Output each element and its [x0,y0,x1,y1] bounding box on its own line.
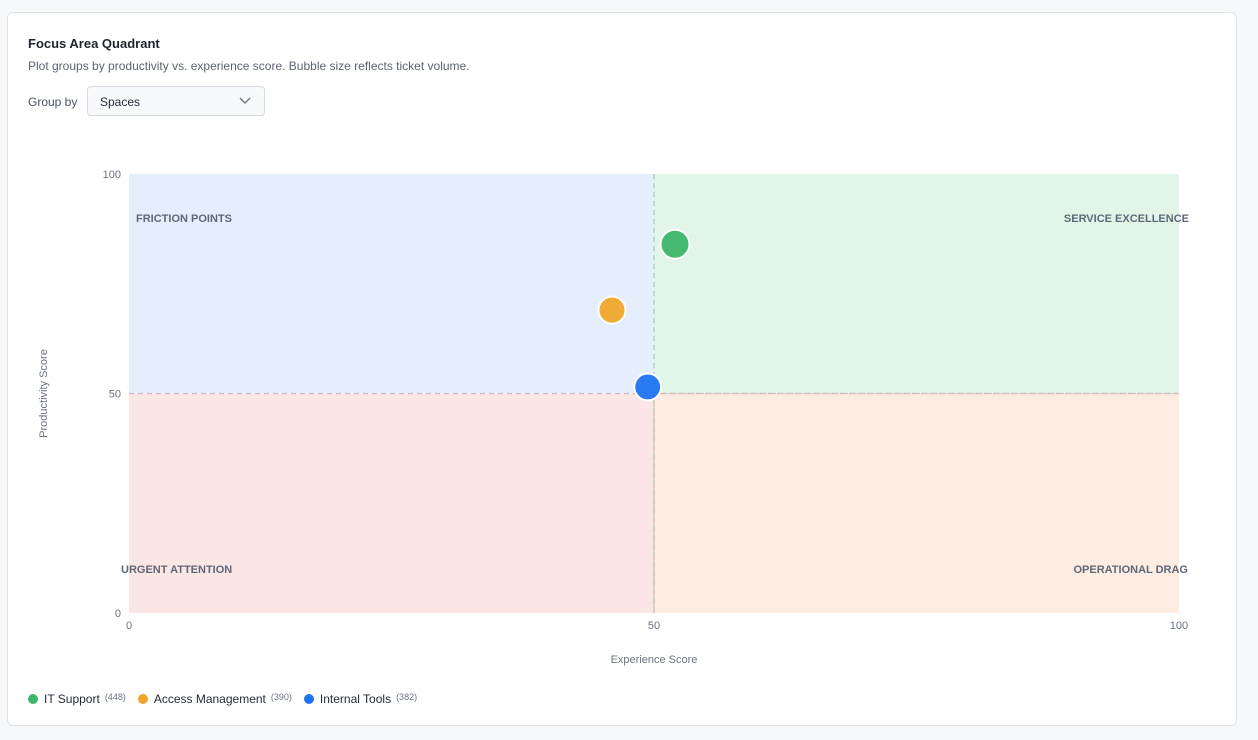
x-tick-label: 100 [1170,620,1188,632]
y-tick-label: 0 [115,608,121,620]
x-tick-label: 0 [126,620,132,632]
quadrant-label: FRICTION POINTS [136,213,232,225]
bubble-access-management [597,295,627,325]
legend-swatch-access-management [137,694,148,704]
quadrant-top-right [654,174,1179,394]
legend-item-it-support[interactable]: IT Support (448) [28,692,126,706]
legend-swatch-it-support [28,694,38,704]
quadrant-top-left [129,174,654,394]
legend-label: Internal Tools [319,692,392,706]
bubble-internal-tools [633,372,663,402]
x-tick-label: 50 [648,620,660,632]
legend-count: (448) [104,692,126,702]
legend-item-access-management[interactable]: Access Management (390) [137,692,292,706]
y-axis-label: Productivity Score [38,349,50,438]
x-axis-label: Experience Score [611,654,698,666]
legend-label: Access Management [153,692,266,706]
focus-area-card: Focus Area Quadrant Plot groups by produ… [7,12,1237,726]
bubble-it-support [659,228,691,260]
chart-legend: IT Support (448) Access Management (390)… [28,692,429,706]
quadrant-bottom-left [129,393,654,613]
legend-count: (382) [396,692,418,702]
quadrant-chart: FRICTION POINTS SERVICE EXCELLENCE URGENT … [38,169,1189,666]
legend-count: (390) [270,692,292,702]
quadrant-bottom-right [654,393,1179,613]
y-tick-label: 50 [109,389,121,401]
legend-label: IT Support [44,692,100,706]
legend-item-internal-tools[interactable]: Internal Tools (382) [303,692,418,706]
quadrant-label: OPERATIONAL DRAG [1074,564,1189,576]
quadrant-label: SERVICE EXCELLENCE [1064,213,1189,225]
legend-swatch-internal-tools [303,694,314,704]
quadrant-label: URGENT ATTENTION [121,564,232,576]
y-tick-label: 100 [103,169,121,181]
